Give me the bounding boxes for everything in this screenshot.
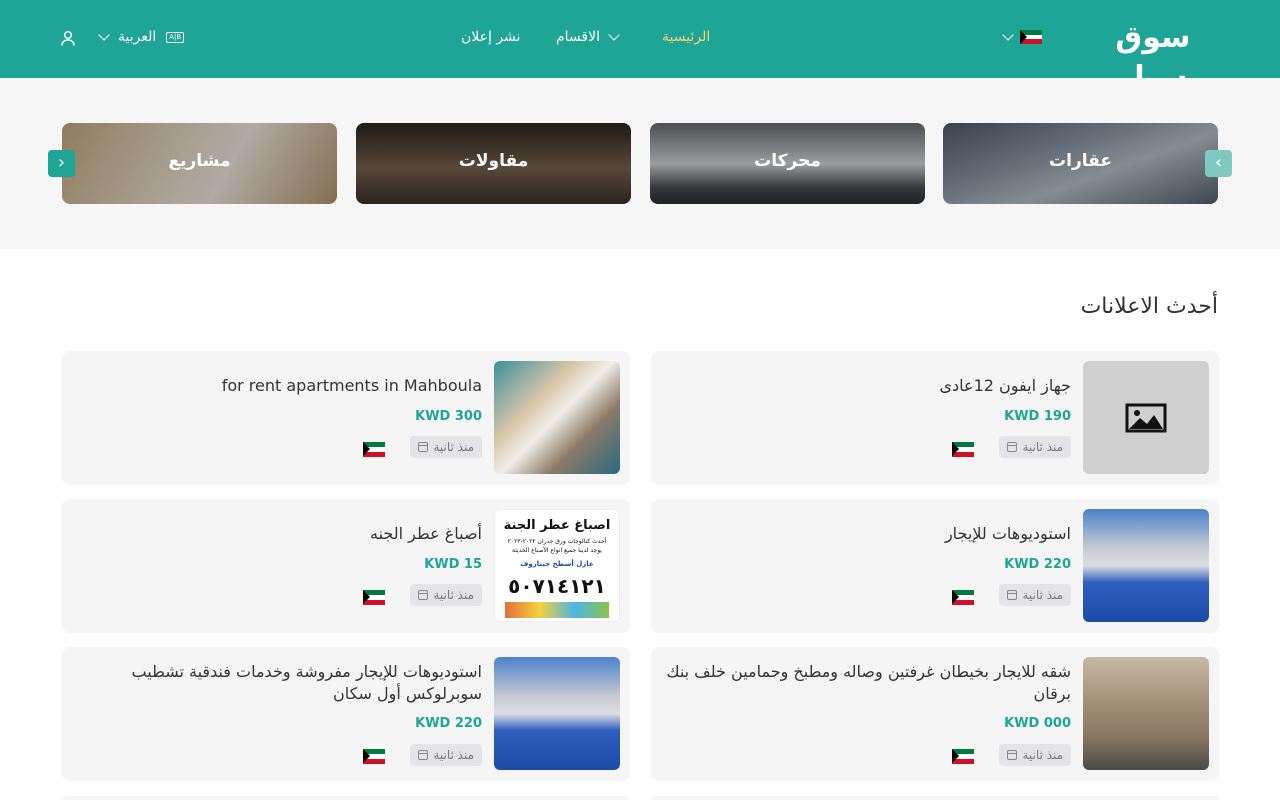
- latest-ads-heading: أحدث الاعلانات: [1080, 294, 1218, 319]
- listing-price: KWD 220: [415, 716, 482, 731]
- kuwait-flag-icon: [363, 590, 385, 605]
- listing-title[interactable]: استوديوهات للإيجار مفروشة وخدمات فندقية …: [77, 661, 482, 705]
- listing-time-badge: منذ ثانية: [410, 584, 482, 606]
- listing-title[interactable]: استوديوهات للإيجار: [666, 523, 1071, 545]
- site-logo[interactable]: سوق سيل: [1086, 18, 1220, 95]
- listing-time-badge: منذ ثانية: [410, 436, 482, 458]
- ad-line: يوجد لدينا جميع انواع الأصباغ الحديثة: [512, 547, 602, 554]
- category-card-motors[interactable]: محركات: [650, 123, 925, 204]
- category-label: مقاولات: [458, 151, 529, 171]
- listing-price: KWD 300: [415, 409, 482, 424]
- calendar-icon: [1007, 442, 1018, 452]
- listing-price: KWD 220: [1004, 557, 1071, 572]
- calendar-icon: [418, 590, 429, 600]
- listing-card[interactable]: [62, 796, 630, 800]
- kuwait-flag-icon: [363, 442, 385, 457]
- kuwait-flag-icon: [1020, 30, 1042, 44]
- calendar-icon: [418, 750, 429, 760]
- listing-time: منذ ثانية: [1022, 440, 1063, 454]
- listing-title[interactable]: أصباغ عطر الجنه: [77, 523, 482, 545]
- category-label: عقارات: [1049, 151, 1112, 171]
- category-card-projects[interactable]: مشاريع: [62, 123, 337, 204]
- category-card-contracting[interactable]: مقاولات: [356, 123, 631, 204]
- chevron-down-icon: [98, 29, 110, 41]
- ad-heading: اصباغ عطر الجنة: [503, 518, 611, 533]
- listing-image: [1083, 509, 1209, 622]
- nav-post-ad[interactable]: نشر إعلان: [461, 29, 520, 45]
- listing-price: KWD 000: [1004, 716, 1071, 731]
- listing-time-badge: منذ ثانية: [999, 584, 1071, 606]
- listing-price: KWD 190: [1004, 409, 1071, 424]
- calendar-icon: [1007, 590, 1018, 600]
- kuwait-flag-icon: [363, 749, 385, 764]
- kuwait-flag-icon: [952, 749, 974, 764]
- listing-card[interactable]: جهاز ايفون 12عادى KWD 190 منذ ثانية: [651, 351, 1219, 485]
- listing-title[interactable]: for rent apartments in Mahboula: [77, 375, 482, 397]
- category-carousel: عقارات محركات مقاولات مشاريع › ‹: [0, 78, 1280, 249]
- listing-time: منذ ثانية: [433, 588, 474, 602]
- listing-image: [494, 361, 620, 474]
- nav-categories[interactable]: الاقسام: [556, 29, 620, 45]
- translate-icon: A|B: [166, 31, 185, 43]
- chevron-down-icon: [1002, 29, 1014, 41]
- listing-card[interactable]: for rent apartments in Mahboula KWD 300 …: [62, 351, 630, 485]
- listing-time-badge: منذ ثانية: [999, 744, 1071, 766]
- ad-phone: ٥٠٧١٤١٢١: [508, 574, 606, 598]
- listing-image: [494, 657, 620, 770]
- category-label: محركات: [754, 151, 821, 171]
- listing-image: اصباغ عطر الجنة أحدث كتالوجات ورق جدران …: [494, 509, 620, 622]
- ad-line: عازل أسطح جيتاروف: [520, 560, 594, 568]
- country-selector[interactable]: [1002, 29, 1042, 44]
- listing-title[interactable]: جهاز ايفون 12عادى: [666, 375, 1071, 397]
- listing-card[interactable]: [651, 796, 1219, 800]
- listing-time-badge: منذ ثانية: [410, 744, 482, 766]
- listing-time: منذ ثانية: [433, 440, 474, 454]
- ad-line: أحدث كتالوجات ورق جدران ٢٠٢٢-٢٠٢٣: [507, 538, 607, 545]
- listing-time: منذ ثانية: [1022, 748, 1063, 762]
- listing-time: منذ ثانية: [1022, 588, 1063, 602]
- listing-card[interactable]: استوديوهات للإيجار مفروشة وخدمات فندقية …: [62, 647, 630, 781]
- top-navbar: سوق سيل الرئيسية الاقسام نشر إعلان العرب…: [0, 0, 1280, 95]
- language-label: العربية: [118, 29, 157, 45]
- listing-title[interactable]: شقه للايجار بخيطان غرفتين وصاله ومطبخ وح…: [666, 661, 1071, 705]
- ad-paint-strip: [505, 602, 609, 618]
- kuwait-flag-icon: [952, 442, 974, 457]
- nav-categories-label: الاقسام: [556, 29, 600, 45]
- calendar-icon: [1007, 750, 1018, 760]
- kuwait-flag-icon: [952, 590, 974, 605]
- nav-home[interactable]: الرئيسية: [662, 29, 710, 45]
- listing-price: KWD 15: [424, 557, 482, 572]
- listing-image: [1083, 657, 1209, 770]
- listing-card[interactable]: شقه للايجار بخيطان غرفتين وصاله ومطبخ وح…: [651, 647, 1219, 781]
- listing-time: منذ ثانية: [433, 748, 474, 762]
- carousel-prev-button[interactable]: ‹: [1205, 150, 1232, 177]
- user-icon[interactable]: [60, 30, 76, 46]
- listing-card[interactable]: استوديوهات للإيجار KWD 220 منذ ثانية: [651, 499, 1219, 633]
- chevron-down-icon: [608, 29, 620, 41]
- category-label: مشاريع: [168, 151, 231, 171]
- calendar-icon: [418, 442, 429, 452]
- image-icon: [1125, 403, 1167, 432]
- category-card-real-estate[interactable]: عقارات: [943, 123, 1218, 204]
- listing-image: [1083, 361, 1209, 474]
- listing-time-badge: منذ ثانية: [999, 436, 1071, 458]
- language-selector[interactable]: العربية A|B: [98, 29, 185, 45]
- carousel-next-button[interactable]: ›: [48, 150, 75, 177]
- listing-card[interactable]: اصباغ عطر الجنة أحدث كتالوجات ورق جدران …: [62, 499, 630, 633]
